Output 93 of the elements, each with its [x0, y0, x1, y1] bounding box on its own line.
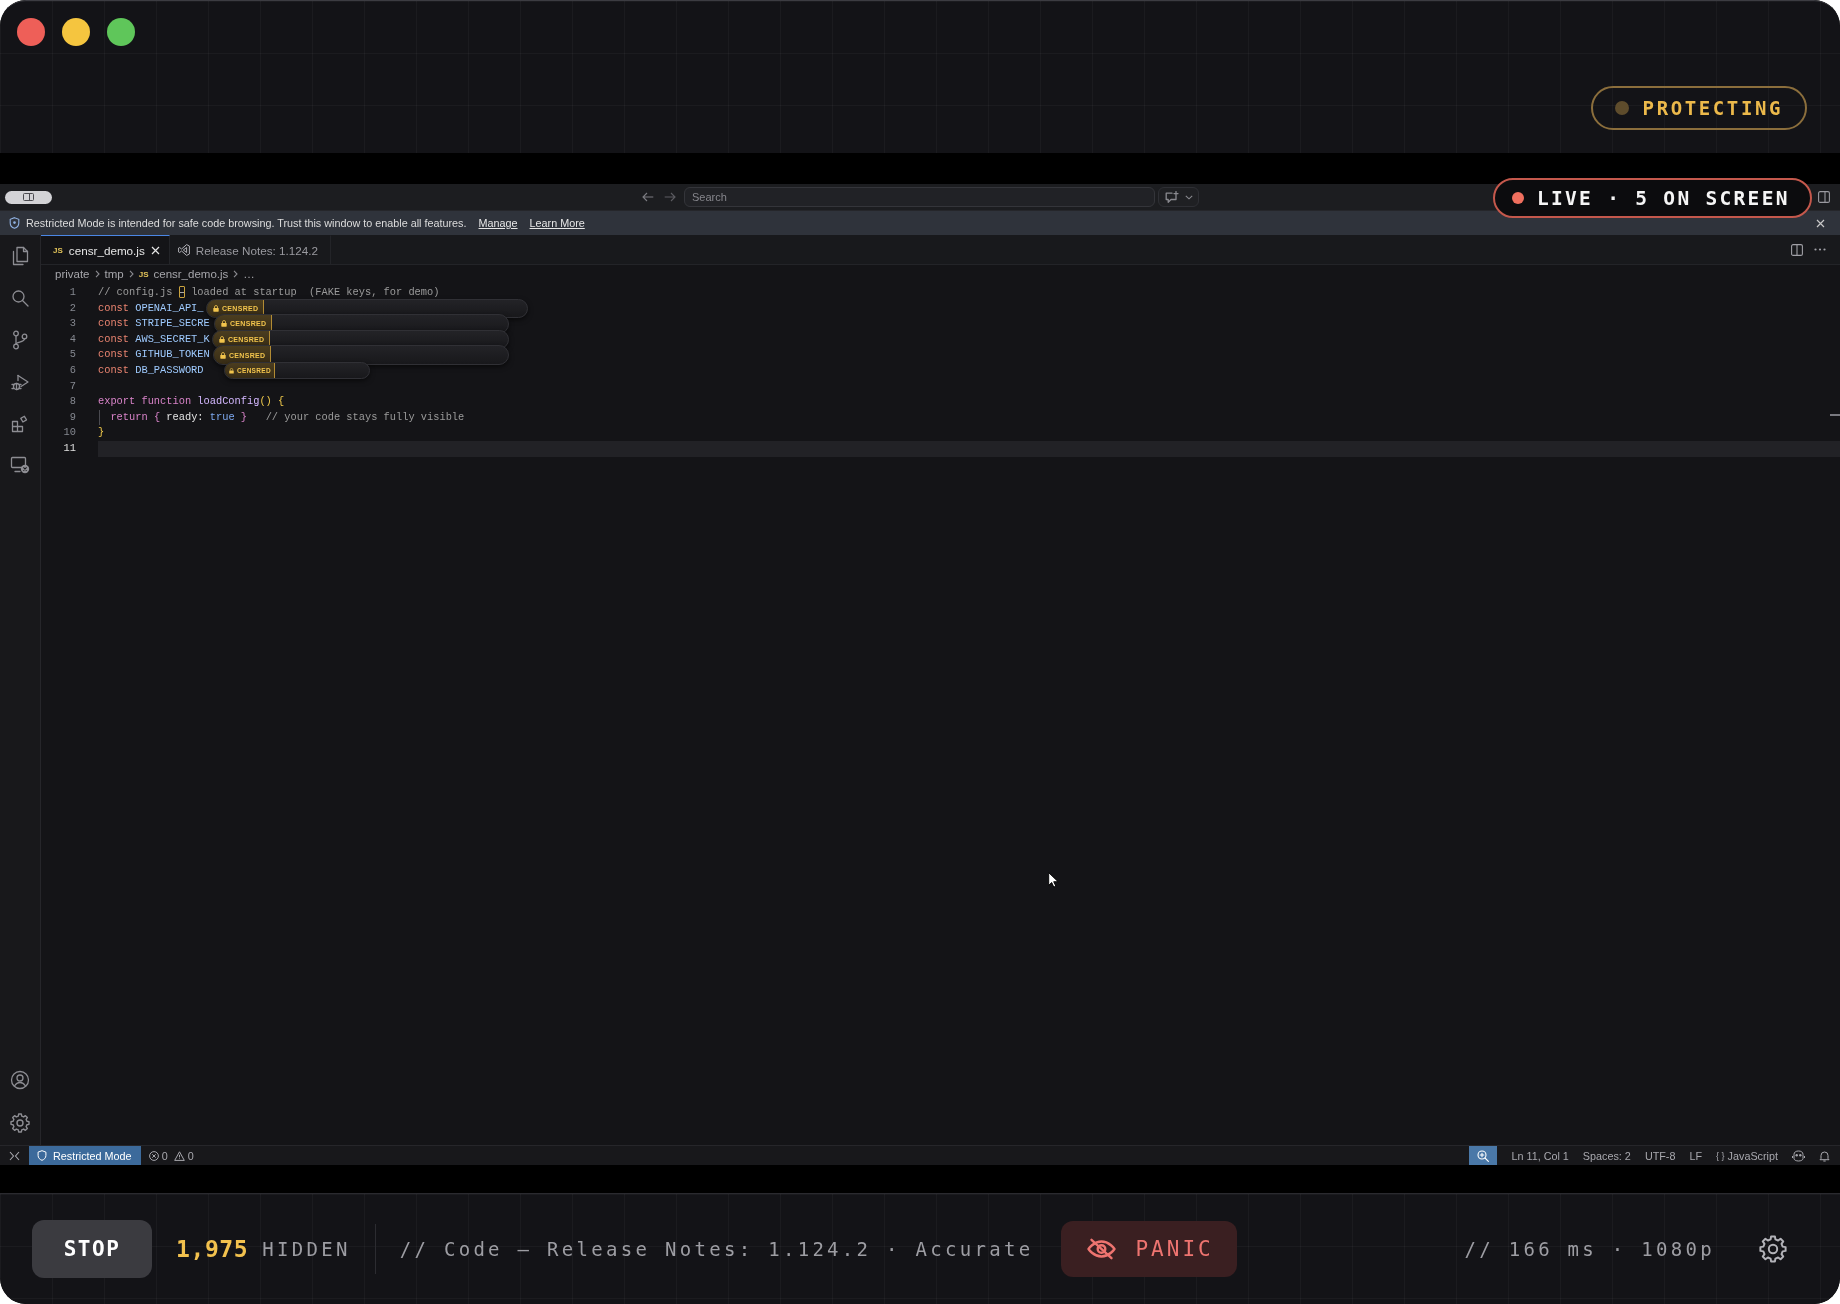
code-line: const STRIPE_SECRE	[98, 316, 210, 332]
settings-icon[interactable]	[1759, 1235, 1787, 1263]
search-icon[interactable]	[11, 289, 29, 307]
recording-dot-icon	[1512, 192, 1524, 204]
extensions-icon[interactable]	[11, 415, 29, 433]
line-number: 2	[69, 301, 76, 314]
overview-ruler-mark	[1830, 414, 1840, 416]
line-number: 3	[69, 317, 76, 330]
editor-tab[interactable]: JS censr_demo.js	[41, 235, 170, 264]
breadcrumb-item[interactable]: tmp	[104, 268, 124, 280]
line-number: 6	[69, 363, 76, 376]
chat-button[interactable]	[1158, 187, 1199, 207]
code-line: const AWS_SECRET_K	[98, 331, 210, 347]
language-mode-item[interactable]: { } JavaScript	[1716, 1149, 1778, 1162]
shield-icon	[9, 217, 20, 229]
mouse-pointer-icon	[1048, 872, 1059, 888]
line-number: 5	[69, 348, 76, 361]
chevron-right-icon	[128, 270, 134, 278]
shield-icon	[37, 1150, 47, 1161]
account-icon[interactable]	[10, 1070, 30, 1090]
zoom-item[interactable]	[1469, 1146, 1498, 1165]
code-line: const GITHUB_TOKEN	[98, 347, 210, 363]
bot-icon[interactable]	[1792, 1149, 1805, 1162]
remote-icon[interactable]	[9, 1150, 20, 1161]
live-label: LIVE · 5 ON SCREEN	[1537, 186, 1790, 210]
zoom-in-icon	[1477, 1149, 1490, 1162]
code-line: const DB_PASSWORD	[98, 362, 204, 378]
split-editor-icon[interactable]	[1791, 243, 1803, 256]
chat-sparkle-icon	[1165, 190, 1179, 204]
close-icon[interactable]	[150, 245, 160, 255]
sidebar-icon	[23, 193, 34, 201]
stop-button[interactable]: STOP	[32, 1220, 152, 1278]
forward-arrow-icon[interactable]	[664, 192, 676, 202]
settings-icon[interactable]	[10, 1113, 30, 1133]
editor-tab[interactable]: Release Notes: 1.124.2	[169, 235, 331, 264]
panic-button[interactable]: PANIC	[1061, 1221, 1238, 1277]
banner-link[interactable]: Manage	[478, 217, 518, 229]
app-logo-icon	[177, 244, 190, 256]
close-button[interactable]	[17, 18, 45, 46]
line-number: 7	[69, 379, 76, 392]
code-line: export function loadConfig() {	[98, 394, 285, 410]
breadcrumb-item[interactable]: JS censr_demo.js	[138, 268, 229, 280]
code-line: const OPENAI_API_	[98, 300, 204, 316]
eye-off-icon	[1086, 1238, 1118, 1260]
banner-message: Restricted Mode is intended for safe code browsing. Trust this window to enable all features.	[26, 217, 467, 229]
code-line: }	[98, 425, 105, 441]
line-number: 10	[63, 426, 76, 439]
files-icon[interactable]	[11, 246, 29, 266]
problems-item[interactable]: 0 0	[148, 1149, 194, 1162]
close-icon[interactable]	[1816, 218, 1825, 228]
cursor-position-item[interactable]: Ln 11, Col 1	[1511, 1149, 1569, 1162]
file-type-label: JS	[138, 269, 149, 279]
status-label: PROTECTING	[1642, 97, 1783, 119]
hidden-count: 1,975	[176, 1236, 249, 1262]
zoom-button[interactable]	[107, 18, 135, 46]
encoding-item[interactable]: UTF-8	[1644, 1149, 1676, 1162]
file-type-label: JS	[53, 245, 63, 255]
banner-link[interactable]: Learn More	[529, 217, 585, 229]
line-number: 1	[69, 286, 76, 298]
line-number: 4	[69, 332, 76, 345]
error-icon	[148, 1150, 159, 1161]
line-ending-item[interactable]: LF	[1689, 1149, 1703, 1162]
remote-explorer-icon[interactable]	[10, 456, 30, 474]
status-dot-icon	[1614, 101, 1629, 115]
breadcrumb-item[interactable]: …	[243, 268, 255, 280]
chevron-right-icon	[233, 270, 239, 278]
back-arrow-icon[interactable]	[642, 192, 654, 202]
lock-icon	[220, 351, 226, 359]
line-number: 8	[69, 395, 76, 408]
breadcrumb-item[interactable]: private	[55, 268, 90, 280]
hidden-label: HIDDEN	[262, 1238, 351, 1260]
line-number: 11	[63, 441, 76, 454]
notification-bell-icon[interactable]	[1819, 1149, 1830, 1162]
layout-toggle-button[interactable]	[5, 190, 52, 204]
lock-icon	[219, 336, 225, 344]
code-line: return { ready: true } // your code stays fully visible	[109, 409, 465, 425]
minimize-button[interactable]	[62, 18, 90, 46]
stats-label: // 166 ms · 1080p	[1464, 1238, 1715, 1260]
warning-icon	[173, 1150, 185, 1161]
lock-icon	[229, 367, 234, 374]
code-line: // config.js – loaded at startup (FAKE keys, for demo)	[98, 285, 440, 300]
run-debug-icon[interactable]	[10, 373, 30, 392]
more-actions-icon[interactable]	[1814, 248, 1826, 251]
chevron-right-icon	[94, 270, 100, 278]
chevron-down-icon	[1185, 194, 1193, 200]
source-control-icon[interactable]	[12, 330, 28, 350]
lock-icon	[213, 304, 219, 312]
panel-layout-icon[interactable]	[1818, 191, 1830, 203]
line-number: 9	[69, 410, 76, 423]
search-field[interactable]: Search	[684, 187, 1155, 207]
context-label: // Code — Release Notes: 1.124.2 · Accurate	[399, 1238, 1034, 1260]
restricted-mode-item[interactable]: Restricted Mode	[29, 1146, 141, 1165]
indentation-item[interactable]: Spaces: 2	[1582, 1149, 1631, 1162]
